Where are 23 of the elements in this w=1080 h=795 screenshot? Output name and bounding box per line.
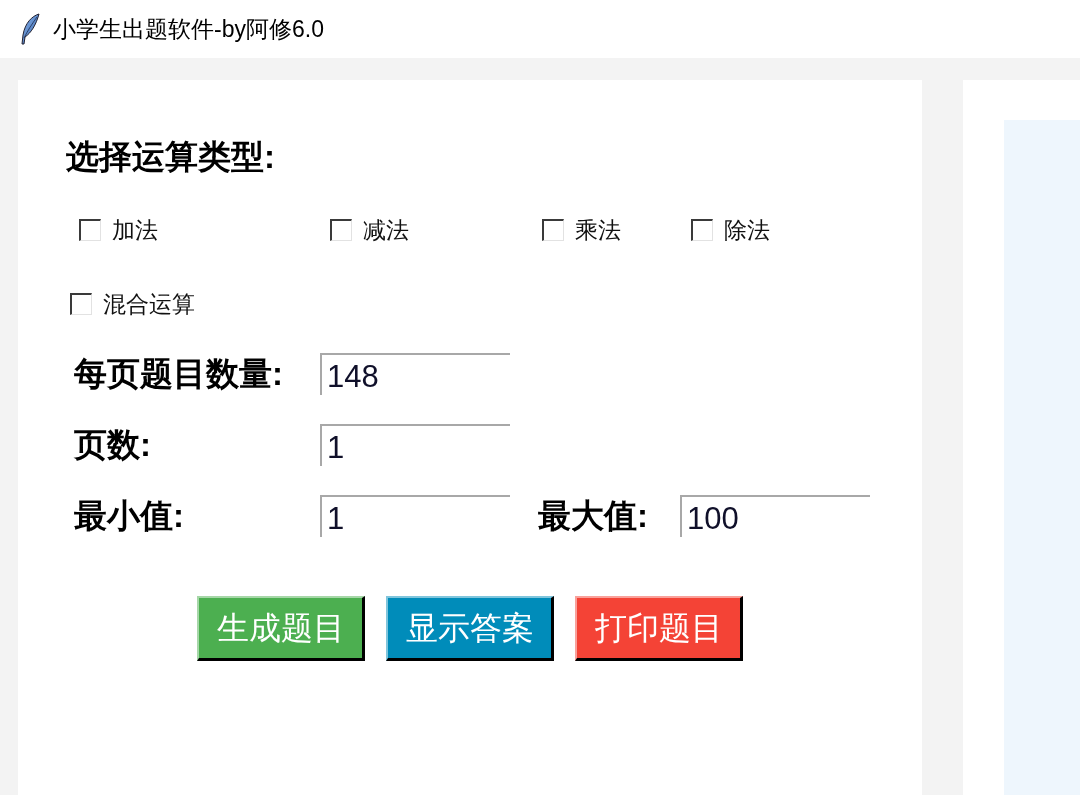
- field-label: 页数:: [74, 425, 152, 465]
- action-button[interactable]: 显示答案: [386, 596, 554, 661]
- field-label: 最大值:: [538, 496, 649, 536]
- option-label: 除法: [724, 217, 770, 243]
- field-label: 每页题目数量:: [74, 354, 284, 394]
- field-label: 最小值:: [74, 496, 185, 536]
- window-title: 小学生出题软件-by阿修6.0: [53, 14, 324, 44]
- checkbox[interactable]: [70, 293, 92, 315]
- checkbox[interactable]: [79, 219, 101, 241]
- option-label: 加法: [112, 217, 158, 243]
- input-field[interactable]: 1: [320, 495, 510, 537]
- option-label: 混合运算: [103, 291, 195, 317]
- checkbox[interactable]: [542, 219, 564, 241]
- option-label: 乘法: [575, 217, 621, 243]
- section-heading: 选择运算类型:: [66, 137, 276, 177]
- input-field[interactable]: 100: [680, 495, 870, 537]
- feather-icon: [20, 13, 40, 45]
- input-field[interactable]: 148: [320, 353, 510, 395]
- action-button[interactable]: 打印题目: [575, 596, 743, 661]
- input-field[interactable]: 1: [320, 424, 510, 466]
- checkbox[interactable]: [330, 219, 352, 241]
- checkbox[interactable]: [691, 219, 713, 241]
- option-label: 减法: [363, 217, 409, 243]
